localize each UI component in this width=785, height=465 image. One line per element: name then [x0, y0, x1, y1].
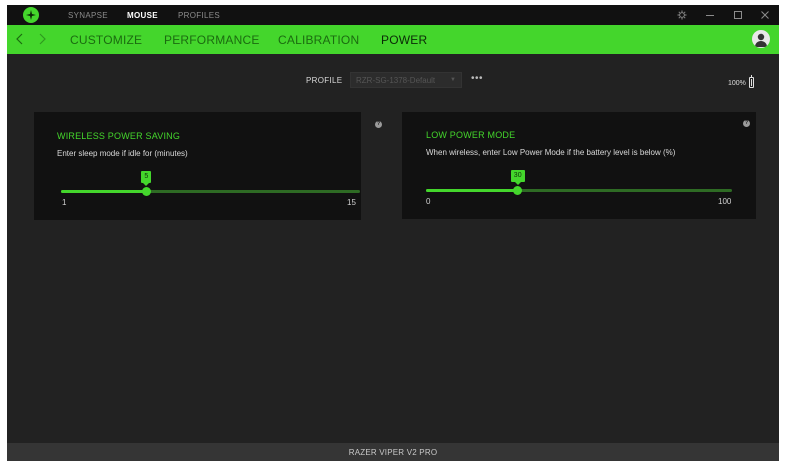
sleep-value-badge: 5: [141, 171, 152, 186]
profile-selected-value: RZR-SG-1378-Default: [356, 76, 436, 85]
maximize-icon[interactable]: [731, 8, 745, 22]
power-content: PROFILE RZR-SG-1378-Default ▼ ••• 100% W…: [7, 54, 779, 443]
title-bar: SYNAPSE MOUSE PROFILES: [7, 5, 779, 25]
top-tab-mouse[interactable]: MOUSE: [127, 11, 158, 20]
help-icon[interactable]: ?: [375, 121, 382, 128]
app-window: SYNAPSE MOUSE PROFILES CUSTOMIZE PERFORM…: [7, 5, 779, 461]
top-tab-synapse[interactable]: SYNAPSE: [68, 11, 108, 20]
device-footer: RAZER VIPER V2 PRO: [7, 443, 779, 461]
forward-arrow-icon[interactable]: [37, 32, 47, 46]
profile-label: PROFILE: [306, 76, 343, 85]
chevron-down-icon: ▼: [450, 77, 456, 83]
tab-performance[interactable]: PERFORMANCE: [164, 33, 260, 47]
low-power-mode-description: When wireless, enter Low Power Mode if t…: [426, 148, 676, 157]
sleep-min-label: 1: [62, 198, 67, 207]
top-tab-profiles[interactable]: PROFILES: [178, 11, 220, 20]
sleep-slider-track[interactable]: [61, 190, 360, 193]
sleep-slider-thumb[interactable]: [141, 187, 151, 196]
profile-dropdown[interactable]: RZR-SG-1378-Default ▼: [350, 72, 462, 88]
close-icon[interactable]: [758, 8, 772, 22]
sleep-max-label: 15: [347, 198, 356, 207]
profile-more-button[interactable]: •••: [471, 73, 483, 84]
back-arrow-icon[interactable]: [15, 32, 25, 46]
battery-threshold-max-label: 100: [718, 197, 732, 206]
minimize-icon[interactable]: [703, 8, 717, 22]
razer-logo-icon[interactable]: [23, 7, 39, 23]
battery-threshold-slider-track[interactable]: [426, 189, 732, 192]
wireless-power-saving-title: WIRELESS POWER SAVING: [57, 131, 181, 141]
tab-power[interactable]: POWER: [381, 33, 427, 47]
battery-threshold-slider-fill: [426, 189, 518, 192]
low-power-mode-card: LOW POWER MODE When wireless, enter Low …: [402, 112, 756, 219]
tab-customize[interactable]: CUSTOMIZE: [70, 33, 142, 47]
low-power-mode-title: LOW POWER MODE: [426, 130, 516, 140]
battery-icon: [749, 75, 754, 88]
battery-threshold-value-badge: 30: [510, 170, 525, 185]
battery-level-fill: [751, 79, 752, 86]
battery-percentage: 100%: [728, 80, 746, 87]
nav-bar: CUSTOMIZE PERFORMANCE CALIBRATION POWER: [7, 25, 779, 54]
battery-threshold-slider-thumb[interactable]: [513, 186, 523, 195]
sleep-slider-fill: [61, 190, 147, 193]
settings-gear-icon[interactable]: [675, 8, 689, 22]
tab-calibration[interactable]: CALIBRATION: [278, 33, 359, 47]
wireless-power-saving-description: Enter sleep mode if idle for (minutes): [57, 149, 188, 158]
device-name: RAZER VIPER V2 PRO: [348, 448, 438, 457]
wireless-power-saving-card: WIRELESS POWER SAVING Enter sleep mode i…: [34, 112, 382, 220]
battery-threshold-min-label: 0: [426, 197, 431, 206]
help-icon[interactable]: ?: [743, 120, 750, 127]
user-avatar-icon[interactable]: [752, 30, 770, 48]
